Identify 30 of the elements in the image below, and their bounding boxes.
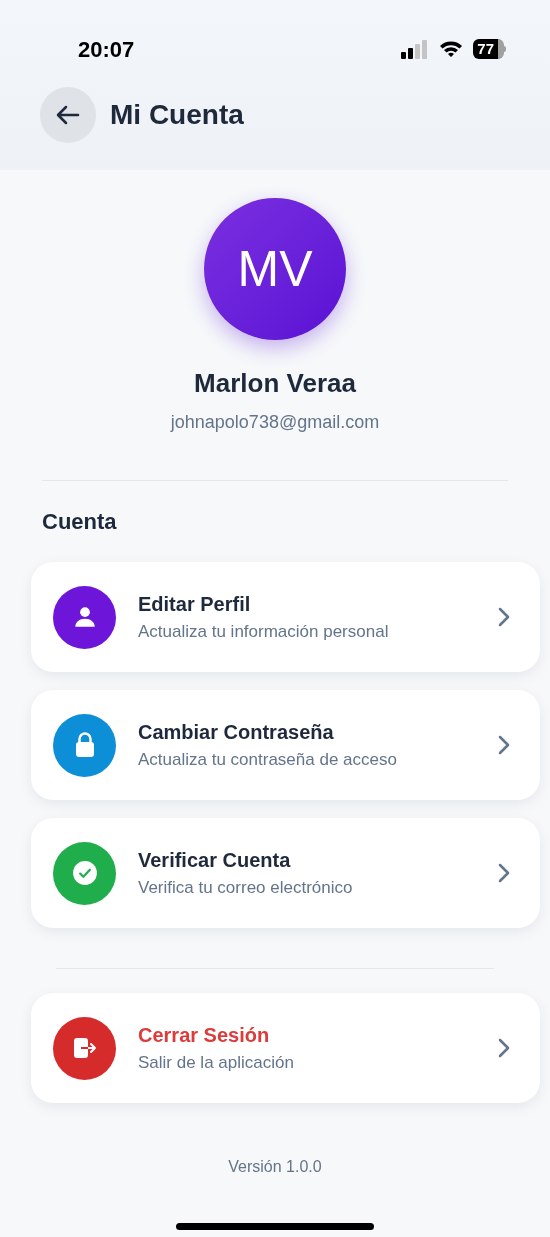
item-subtitle: Verifica tu correo electrónico [138, 876, 354, 899]
item-title: Cambiar Contraseña [138, 719, 335, 745]
battery-indicator: 77 [473, 39, 506, 59]
menu-item[interactable]: Cambiar Contraseña Actualiza tu contraseña de acceso [31, 690, 540, 800]
item-title: Verificar Cuenta [138, 847, 292, 873]
menu-item[interactable]: Cerrar Sesión Salir de la aplicación [31, 993, 540, 1103]
chevron-right-icon [498, 607, 510, 627]
item-title: Editar Perfil [138, 591, 252, 617]
user-email: johnapolo738@gmail.com [170, 411, 380, 434]
menu-item[interactable]: Editar Perfil Actualiza tu información personal [31, 562, 540, 672]
section-title: Cuenta [42, 508, 118, 536]
wifi-icon [439, 40, 464, 58]
back-arrow-icon [56, 105, 80, 125]
back-button[interactable] [40, 87, 96, 143]
item-subtitle: Salir de la aplicación [138, 1051, 295, 1074]
menu-item[interactable]: Verificar Cuenta Verifica tu correo electrónico [31, 818, 540, 928]
item-title: Cerrar Sesión [138, 1022, 271, 1048]
avatar-initials: MV [237, 239, 313, 299]
item-subtitle: Actualiza tu contraseña de acceso [138, 748, 398, 771]
page-title: Mi Cuenta [110, 98, 244, 132]
signal-icon [401, 39, 430, 59]
logout-icon [71, 1035, 98, 1061]
status-time: 20:07 [77, 35, 135, 64]
item-subtitle: Actualiza tu información personal [138, 620, 390, 643]
chevron-right-icon [498, 1038, 510, 1058]
chevron-right-icon [498, 735, 510, 755]
user-name: Marlon Veraa [194, 367, 356, 400]
check-circle-icon [71, 860, 98, 886]
chevron-right-icon [498, 863, 510, 883]
version-label: Versión 1.0.0 [228, 1157, 322, 1177]
